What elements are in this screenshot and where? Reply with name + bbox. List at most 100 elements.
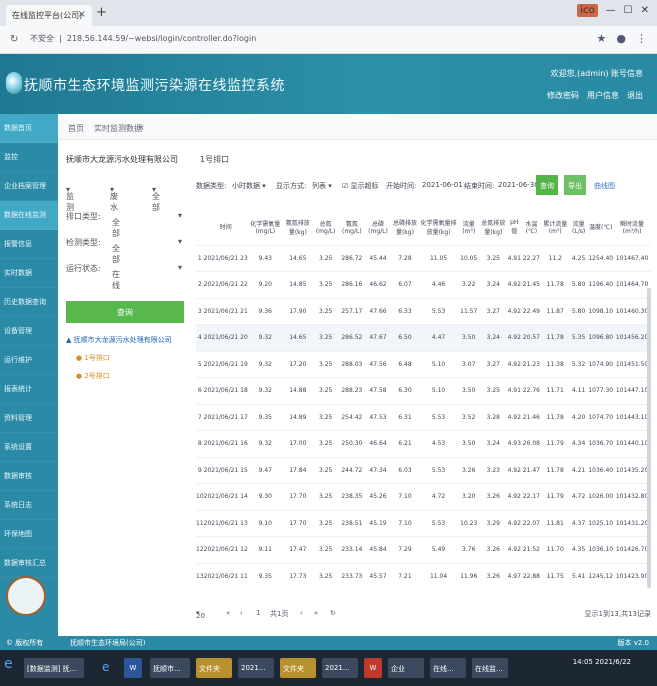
folder-icon[interactable]: 文件夹 xyxy=(280,658,316,678)
table-cell: 4.92 xyxy=(507,350,522,378)
sidebar-item-audit[interactable]: 数据审核 xyxy=(0,462,58,491)
end-date-input[interactable]: 2021-06-30 xyxy=(498,181,539,189)
search-button[interactable]: 查询 xyxy=(66,301,184,323)
chevron-down-icon[interactable]: ▾ xyxy=(178,263,182,272)
ie-start-icon[interactable]: e xyxy=(4,656,22,678)
minimize-icon[interactable]: — xyxy=(606,5,616,16)
data-type-select[interactable]: 小时数据 ▾ xyxy=(232,181,266,191)
tree-root-company[interactable]: ▲ 抚顺市大龙源污水处理有限公司 xyxy=(66,335,192,345)
wps-icon[interactable]: W xyxy=(364,658,382,678)
sidebar-item-map[interactable]: 环保地图 xyxy=(0,520,58,549)
table-row[interactable]: 3 2021/06/21 21 9.36 17.90 3.25 257.17 47.66 6.… xyxy=(196,297,651,325)
close-tab-icon[interactable]: × xyxy=(78,9,86,20)
last-page-button[interactable]: » xyxy=(314,609,318,617)
table-cell: 21.23 xyxy=(521,350,542,378)
table-row[interactable]: 2 2021/06/21 22 9.20 14.85 3.25 286.16 46.62 6.… xyxy=(196,271,651,298)
table-row[interactable]: 9 2021/06/21 15 9.47 17.84 3.25 244.72 47.34 6.… xyxy=(196,456,651,484)
table-cell: 1026.00 xyxy=(588,483,614,510)
chart-link[interactable]: 曲线图 xyxy=(594,181,615,191)
sidebar-item-history[interactable]: 历史数据查询 xyxy=(0,288,58,317)
table-row[interactable]: 10 2021/06/21 14 9.30 17.70 3.25 238.35 45.26 7… xyxy=(196,483,651,510)
taskbar-item[interactable]: 在线监... xyxy=(472,658,508,678)
sidebar-item-monitor[interactable]: 监控 xyxy=(0,143,58,172)
export-button[interactable]: 导出 xyxy=(564,175,586,195)
table-cell: 5.53 xyxy=(418,456,459,484)
user-chip[interactable]: ico xyxy=(577,4,598,17)
crumb-home[interactable]: 首页 xyxy=(68,123,84,134)
table-row[interactable]: 6 2021/06/21 18 9.32 14.88 3.25 288.23 47.58 6.… xyxy=(196,377,651,404)
reload-icon[interactable]: ↻ xyxy=(10,34,18,45)
taskbar-item[interactable]: 抚顺市... xyxy=(150,658,190,678)
table-row[interactable]: 5 2021/06/21 19 9.32 17.20 3.25 288.03 47.56 6.… xyxy=(196,350,651,378)
maximize-icon[interactable]: ☐ xyxy=(624,5,633,16)
app-header: 抚顺市生态环境监测污染源在线监控系统 欢迎您,(admin) 账号信息 修改密码… xyxy=(0,54,657,114)
page-number-input[interactable]: 1 xyxy=(256,609,260,617)
table-row[interactable]: 4 2021/06/21 20 9.32 14.65 3.25 286.52 47.67 6.… xyxy=(196,324,651,351)
table-cell: 11.81 xyxy=(541,509,569,537)
sidebar-item-maintenance[interactable]: 运行维护 xyxy=(0,346,58,375)
sidebar-item-alarm[interactable]: 报警信息 xyxy=(0,230,58,259)
menu-icon[interactable]: ⋮ xyxy=(636,32,647,45)
exceed-checkbox[interactable]: ☑ 显示超标 xyxy=(342,181,379,191)
table-row[interactable]: 11 2021/06/21 13 9.10 17.70 3.25 238.51 45.19 7… xyxy=(196,509,651,537)
page-size-select[interactable]: 20 ▾ xyxy=(196,609,205,620)
table-cell: 17.90 xyxy=(282,297,313,325)
taskbar-item[interactable]: 企业 xyxy=(388,658,424,678)
user-info-link[interactable]: 用户信息 xyxy=(587,90,619,101)
taskbar-item[interactable]: 2021... xyxy=(238,658,274,678)
logo-icon xyxy=(6,72,22,94)
close-window-icon[interactable]: ✕ xyxy=(641,5,649,16)
table-row[interactable]: 8 2021/06/21 16 9.32 17.00 3.25 250.30 46.64 6.… xyxy=(196,430,651,457)
next-page-button[interactable]: › xyxy=(300,609,303,617)
select-water[interactable]: 废水 ▾ xyxy=(110,185,118,212)
url-text: 218.56.144.59/~websi/login/controller.do… xyxy=(66,34,257,43)
prev-page-button[interactable]: ‹ xyxy=(240,609,243,617)
chevron-down-icon[interactable]: ▾ xyxy=(178,237,182,246)
ie-icon[interactable]: e xyxy=(100,658,118,678)
start-date-input[interactable]: 2021-06-01 xyxy=(422,181,463,189)
select-all[interactable]: 全部 ▾ xyxy=(152,185,160,212)
first-page-button[interactable]: « xyxy=(226,609,230,617)
chrome-taskbar-item[interactable]: 在线... xyxy=(430,658,466,678)
sidebar-item-home[interactable]: 数据首页 xyxy=(0,114,58,143)
query-button[interactable]: 查询 xyxy=(536,175,558,195)
vertical-scrollbar[interactable] xyxy=(647,288,651,588)
url-field[interactable]: 不安全 | 218.56.144.59/~websi/login/control… xyxy=(30,33,256,44)
logout-link[interactable]: 退出 xyxy=(627,90,643,101)
table-cell: 101456.20 xyxy=(613,324,651,351)
table-row[interactable]: 1 2021/06/21 23 9.43 14.65 3.25 286.72 45.44 7.… xyxy=(196,244,651,272)
bookmark-star-icon[interactable]: ★ xyxy=(597,32,607,45)
filter-station-row: 排口类型: 全部 ▾ xyxy=(66,211,183,238)
chevron-down-icon[interactable]: ▾ xyxy=(178,211,182,220)
word-icon[interactable]: W xyxy=(124,658,142,678)
close-page-tab-icon[interactable]: × xyxy=(138,123,145,132)
refresh-icon[interactable]: ↻ xyxy=(330,609,336,617)
sidebar-item-settings[interactable]: 系统设置 xyxy=(0,433,58,462)
new-tab-icon[interactable]: + xyxy=(96,5,107,20)
sidebar-item-docs[interactable]: 资料管理 xyxy=(0,404,58,433)
sidebar-item-audit-summary[interactable]: 数据审核汇总 xyxy=(0,549,58,578)
display-select[interactable]: 列表 ▾ xyxy=(312,181,332,191)
sidebar-item-report[interactable]: 报表统计 xyxy=(0,375,58,404)
tree-leaf-outlet-1[interactable]: ● 1号排口 xyxy=(76,353,192,363)
browser-tab[interactable]: 在线监控平台(公司) × xyxy=(6,5,92,26)
data-toolbar: 数据类型: 小时数据 ▾ 显示方式: 列表 ▾ ☑ 显示超标 开始时间: 202… xyxy=(196,175,651,199)
folder-icon[interactable]: 文件夹 xyxy=(196,658,232,678)
table-row[interactable]: 7 2021/06/21 17 9.35 14.89 3.25 254.42 47.53 6.… xyxy=(196,403,651,431)
sidebar-item-online[interactable]: 数据在线监测 xyxy=(0,201,58,230)
select-monitor[interactable]: 监测 ▾ xyxy=(66,185,74,212)
change-password-link[interactable]: 修改密码 xyxy=(547,90,579,101)
sidebar-item-log[interactable]: 系统日志 xyxy=(0,491,58,520)
sidebar-item-device[interactable]: 设备管理 xyxy=(0,317,58,346)
taskbar-item[interactable]: [数据监测] 抚... xyxy=(24,658,84,678)
profile-icon[interactable]: ● xyxy=(616,32,626,45)
sidebar-item-realtime[interactable]: 实时数据 xyxy=(0,259,58,288)
sidebar-item-enterprise[interactable]: 企业档案管理 xyxy=(0,172,58,201)
taskbar-item[interactable]: 2021... xyxy=(322,658,358,678)
table-row[interactable]: 12 2021/06/21 12 9.11 17.47 3.25 233.14 45.84 7… xyxy=(196,536,651,563)
table-cell: 286.16 xyxy=(338,271,366,298)
table-row[interactable]: 13 2021/06/21 11 9.35 17.73 3.25 233.73 45.57 7… xyxy=(196,562,651,590)
tree-leaf-outlet-2[interactable]: ● 2号排口 xyxy=(76,371,192,381)
data-table: 时间 化学需氧量(mg/L) 氨氮排放量(kg) 总氮(mg/L) 氨氮(mg/… xyxy=(196,209,651,590)
tab-realtime-data[interactable]: 实时监测数据 xyxy=(94,123,142,134)
